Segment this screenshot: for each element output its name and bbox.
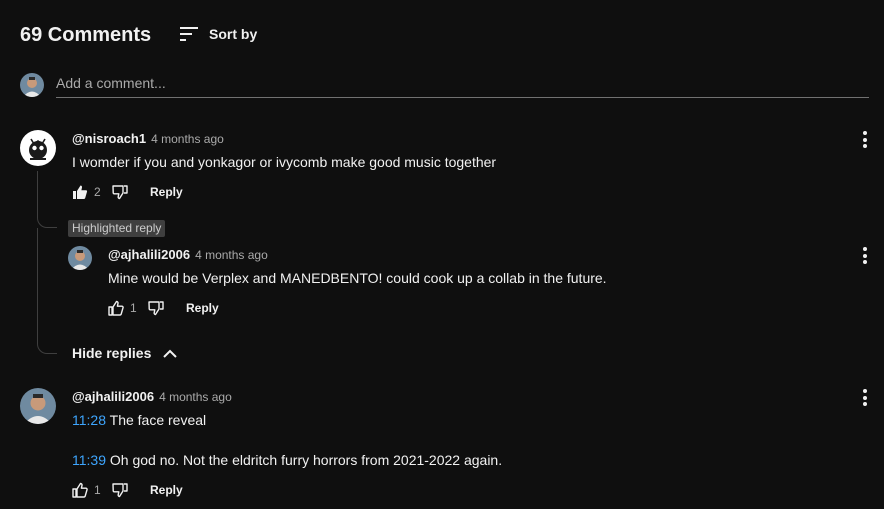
reply-button[interactable]: Reply [150,185,183,199]
comment-time[interactable]: 4 months ago [151,132,224,146]
like-icon-filled[interactable] [72,184,88,200]
chevron-up-icon [163,349,178,358]
reply-text: Mine would be Verplex and MANEDBENTO! co… [108,270,607,286]
dislike-icon[interactable] [112,184,128,200]
comment-meta: @ajhalili2006 4 months ago [72,389,232,404]
timestamp-link[interactable]: 11:28 [72,412,106,428]
reply-actions: 1 Reply [108,298,219,318]
reply-button[interactable]: Reply [186,301,219,315]
more-actions-icon[interactable] [863,389,867,409]
add-comment-input[interactable]: Add a comment... [56,75,869,98]
comment-text: I womder if you and yonkagor or ivycomb … [72,154,497,170]
reply-time[interactable]: 4 months ago [195,248,268,262]
dislike-icon[interactable] [148,300,164,316]
highlighted-reply-badge: Highlighted reply [68,220,166,237]
thread-connector [37,228,57,354]
commenter-avatar[interactable] [20,130,56,166]
more-actions-icon[interactable] [863,247,867,267]
comments-count-heading: 69 Comments [20,24,152,46]
comment-author-handle[interactable]: @nisroach1 [72,131,146,146]
like-icon[interactable] [108,300,124,316]
reply-meta: @ajhalili2006 4 months ago [108,247,268,262]
comment-text-line: 11:39 Oh god no. Not the eldritch furry … [72,452,502,468]
reply-button[interactable]: Reply [150,483,183,497]
comment-actions: 2 Reply [72,182,183,202]
timestamp-link[interactable]: 11:39 [72,452,106,468]
commenter-avatar[interactable] [20,388,56,424]
comment-text: Oh god no. Not the eldritch furry horror… [106,452,503,468]
reply-author-avatar[interactable] [68,246,92,270]
more-actions-icon[interactable] [863,131,867,151]
comment-text-line: 11:28 The face reveal [72,412,206,428]
comment-meta: @nisroach1 4 months ago [72,131,224,146]
hide-replies-label: Hide replies [72,345,152,361]
like-icon[interactable] [72,482,88,498]
comment-actions: 1 Reply [72,480,183,500]
sort-icon [180,27,198,41]
thread-connector [37,171,57,228]
sort-by-button[interactable]: Sort by [178,24,257,44]
like-count: 1 [94,483,101,497]
like-count: 2 [94,185,101,199]
dislike-icon[interactable] [112,482,128,498]
hide-replies-button[interactable]: Hide replies [72,345,179,361]
reply-author-handle[interactable]: @ajhalili2006 [108,247,190,262]
like-count: 1 [130,301,137,315]
current-user-avatar [20,73,44,97]
comment-author-handle[interactable]: @ajhalili2006 [72,389,154,404]
comment-time[interactable]: 4 months ago [159,390,232,404]
comment-text: The face reveal [106,412,207,428]
sort-by-label: Sort by [209,26,258,42]
